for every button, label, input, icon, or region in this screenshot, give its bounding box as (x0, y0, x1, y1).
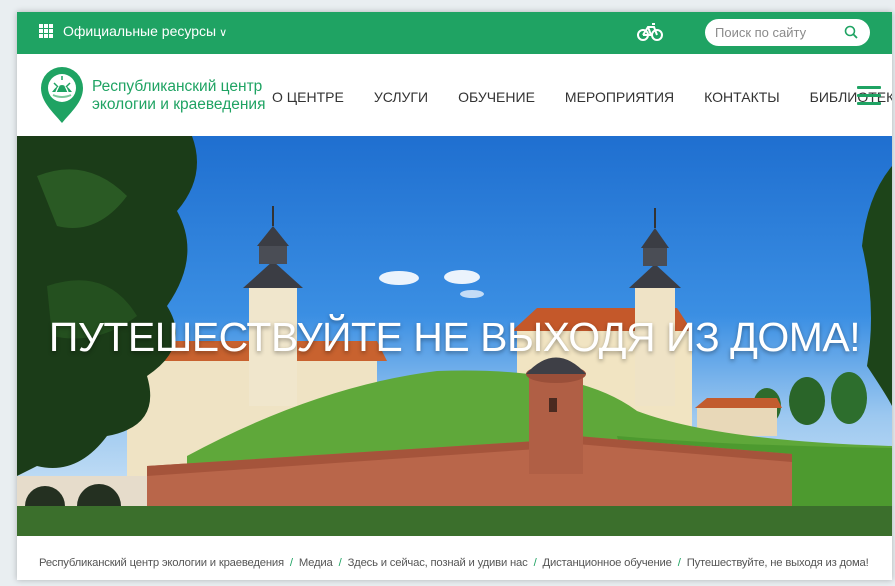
nav-item-events[interactable]: МЕРОПРИЯТИЯ (565, 89, 674, 105)
breadcrumb-separator: / (338, 556, 342, 569)
logo-icon[interactable] (39, 66, 85, 124)
breadcrumb-item-distance-learning[interactable]: Дистанционное обучение (543, 557, 672, 569)
hero-title: ПУТЕШЕСТВУЙТЕ НЕ ВЫХОДЯ ИЗ ДОМА! (48, 314, 861, 360)
hero-banner: ПУТЕШЕСТВУЙТЕ НЕ ВЫХОДЯ ИЗ ДОМА! (17, 136, 892, 536)
chevron-down-icon: ∨ (219, 27, 228, 39)
main-nav: О ЦЕНТРЕ УСЛУГИ ОБУЧЕНИЕ МЕРОПРИЯТИЯ КОН… (272, 89, 892, 105)
browser-page: Официальные ресурсы∨ Республиканский цен… (17, 12, 892, 580)
nav-item-contacts[interactable]: КОНТАКТЫ (704, 89, 780, 105)
brand-line-2: экологии и краеведения (92, 96, 266, 113)
brand-line-1: Республиканский центр (92, 78, 263, 95)
bicycle-icon[interactable] (637, 22, 663, 42)
official-resources-label: Официальные ресурсы (63, 23, 217, 39)
official-resources-dropdown[interactable]: Официальные ресурсы ∨ (63, 23, 227, 39)
search-input[interactable] (715, 25, 845, 40)
search-icon[interactable] (844, 25, 858, 39)
brand-name[interactable]: Республиканский центр экологии и краевед… (92, 78, 265, 114)
breadcrumb-separator: / (677, 556, 681, 569)
grid-icon[interactable] (39, 24, 53, 38)
nav-item-education[interactable]: ОБУЧЕНИЕ (458, 89, 535, 105)
search-box[interactable] (705, 19, 870, 46)
breadcrumb-separator: / (289, 556, 293, 569)
site-header: Республиканский центр экологии и краевед… (17, 54, 892, 136)
breadcrumb-item-media[interactable]: Медиа (299, 557, 333, 569)
nav-item-about[interactable]: О ЦЕНТРЕ (272, 89, 344, 105)
top-bar: Официальные ресурсы ∨ (17, 12, 892, 54)
breadcrumb-item-here-and-now[interactable]: Здесь и сейчас, познай и удиви нас (348, 557, 528, 569)
hamburger-menu-icon[interactable] (857, 86, 881, 106)
breadcrumb-item-home[interactable]: Республиканский центр экологии и краевед… (39, 557, 284, 569)
breadcrumb-separator: / (533, 556, 537, 569)
nav-item-services[interactable]: УСЛУГИ (374, 89, 428, 105)
breadcrumb: Республиканский центр экологии и краевед… (17, 545, 892, 580)
breadcrumb-item-current: Путешествуйте, не выходя из дома! (686, 556, 869, 569)
